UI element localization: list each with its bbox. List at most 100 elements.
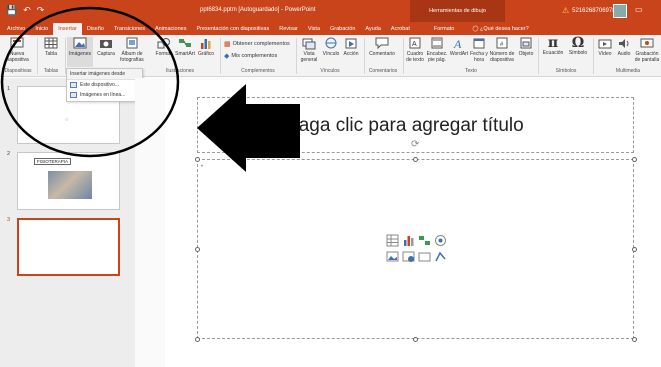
screenshot-button[interactable]: Captura	[94, 37, 118, 57]
tab-acrobat[interactable]: Acrobat	[386, 26, 415, 35]
resize-handle[interactable]	[195, 247, 200, 252]
redo-icon[interactable]: ↷	[37, 5, 45, 16]
chart-icon	[201, 39, 211, 49]
resize-handle[interactable]	[632, 157, 637, 162]
text-box-button[interactable]: A Cuadro de texto	[405, 37, 425, 63]
header-footer-button[interactable]: Encabez. pie pág.	[426, 37, 448, 63]
insert-3d-model-icon[interactable]	[434, 234, 447, 247]
resize-handle[interactable]	[413, 157, 418, 162]
equation-button[interactable]: π Ecuación	[540, 36, 566, 56]
title-bar: 💾 ↶ ↷ ppt6834.pptm [Autoguardado] - Powe…	[0, 0, 661, 22]
insert-smartart-icon[interactable]	[418, 234, 431, 247]
smartart-button[interactable]: SmartArt	[174, 37, 196, 57]
slide-thumbnail-3[interactable]	[17, 218, 120, 276]
insert-icons-icon[interactable]	[434, 250, 447, 263]
speaker-icon	[619, 39, 629, 48]
account-warning[interactable]: ⚠ 5216268706978	[562, 6, 616, 15]
from-device-item[interactable]: Este dispositivo...	[67, 80, 142, 90]
tab-vista[interactable]: Vista	[303, 26, 325, 35]
slide-number-label: Número de diapositiva	[489, 51, 515, 63]
equation-label: Ecuación	[542, 50, 564, 56]
insert-online-picture-icon[interactable]	[402, 250, 415, 263]
resize-handle[interactable]	[413, 337, 418, 342]
screen-recording-label: Grabación de pantalla	[634, 51, 660, 63]
online-images-item[interactable]: Imágenes en línea...	[67, 90, 142, 100]
date-time-button[interactable]: Fecha y hora	[470, 37, 488, 63]
ribbon-divider	[538, 38, 539, 74]
resize-handle[interactable]	[195, 337, 200, 342]
drawing-tools-contextual-tab: Herramientas de dibujo	[410, 0, 505, 22]
ribbon-divider	[220, 38, 221, 74]
slide-thumbnail-2[interactable]: FISIOTERAPIA	[17, 152, 120, 210]
wordart-icon: A	[453, 37, 462, 50]
link-label: Vínculo	[322, 51, 340, 57]
photo-album-label: Álbum de fotografías	[120, 51, 144, 63]
tab-presentacion[interactable]: Presentación con diapositivas	[191, 26, 274, 35]
undo-icon[interactable]: ↶	[23, 5, 31, 16]
screen-recording-button[interactable]: Grabación de pantalla	[633, 37, 661, 63]
table-label: Tabla	[45, 51, 57, 57]
tab-diseno[interactable]: Diseño	[82, 26, 109, 35]
slide-number-2: 2	[7, 151, 11, 157]
zoom-label: Vista general	[300, 51, 318, 63]
video-label: Vídeo	[598, 51, 612, 57]
resize-handle[interactable]	[632, 247, 637, 252]
insert-table-icon[interactable]	[386, 234, 399, 247]
audio-button[interactable]: Audio	[615, 37, 633, 57]
store-icon: ▦	[224, 41, 231, 48]
comment-label: Comentario	[369, 51, 395, 57]
video-button[interactable]: Vídeo	[595, 37, 615, 57]
chart-button[interactable]: Gráfico	[196, 37, 216, 57]
photo-album-button[interactable]: Álbum de fotografías	[118, 37, 146, 63]
title-placeholder-text[interactable]: Haga clic para agregar título	[285, 115, 524, 137]
insert-picture-icon[interactable]	[386, 250, 399, 263]
tab-animaciones[interactable]: Animaciones	[150, 26, 192, 35]
ribbon-display-options-icon[interactable]: ▭	[635, 5, 643, 14]
tab-archivo[interactable]: Archivo	[2, 26, 30, 35]
tab-transiciones[interactable]: Transiciones	[109, 26, 150, 35]
tab-revisar[interactable]: Revisar	[274, 26, 303, 35]
lightbulb-icon: ◯	[472, 26, 479, 32]
rotate-handle-icon[interactable]: ⟳	[411, 139, 419, 150]
link-icon	[325, 37, 337, 49]
symbol-label: Símbolo	[568, 50, 588, 56]
tab-insertar[interactable]: Insertar	[53, 23, 82, 35]
tell-me-search[interactable]: ◯ ¿Qué desea hacer?	[467, 26, 533, 35]
avatar[interactable]	[613, 4, 627, 18]
tab-ayuda[interactable]: Ayuda	[360, 26, 386, 35]
new-slide-icon	[10, 37, 24, 48]
link-button[interactable]: Vínculo	[320, 37, 342, 57]
slide-thumbnail-panel[interactable]: 1 ○ 2 FISIOTERAPIA 3	[0, 78, 135, 367]
resize-handle[interactable]	[632, 337, 637, 342]
insert-video-icon[interactable]	[418, 250, 431, 263]
action-button[interactable]: Acción	[342, 37, 360, 57]
group-label-comentarios: Comentarios	[368, 68, 398, 74]
new-slide-button[interactable]: Nueva diapositiva	[2, 37, 32, 63]
quick-access-toolbar: 💾 ↶ ↷	[6, 5, 44, 16]
insert-chart-icon[interactable]	[402, 234, 415, 247]
document-title: ppt6834.pptm [Autoguardado] - PowerPoint	[200, 7, 316, 13]
smartart-icon	[179, 39, 191, 47]
ribbon-tabs: Archivo Inicio Insertar Diseño Transicio…	[0, 22, 661, 35]
table-button[interactable]: Tabla	[40, 37, 62, 57]
get-addins-button[interactable]: ▦ Obtener complementos	[224, 40, 290, 48]
images-button[interactable]: Imágenes	[67, 37, 93, 67]
wordart-button[interactable]: A WordArt	[448, 37, 470, 57]
bullet-icon: •	[201, 164, 204, 170]
content-insert-icons	[386, 234, 446, 264]
save-icon[interactable]: 💾	[6, 5, 17, 16]
object-button[interactable]: Objeto	[516, 37, 536, 57]
tab-formato[interactable]: Formato	[429, 26, 459, 35]
slide-number-button[interactable]: # Número de diapositiva	[488, 37, 516, 63]
tab-grabacion[interactable]: Grabación	[325, 26, 360, 35]
symbol-button[interactable]: Ω Símbolo	[566, 36, 590, 56]
comment-button[interactable]: Comentario	[366, 37, 398, 57]
tab-inicio[interactable]: Inicio	[30, 26, 53, 35]
zoom-button[interactable]: Vista general	[298, 37, 320, 63]
my-addins-button[interactable]: ◆ Mis complementos	[224, 52, 277, 60]
images-label: Imágenes	[69, 51, 91, 57]
tell-me-label: ¿Qué desea hacer?	[480, 26, 529, 32]
smartart-label: SmartArt	[175, 51, 195, 57]
shapes-button[interactable]: Formas	[154, 37, 174, 57]
resize-handle[interactable]	[195, 157, 200, 162]
